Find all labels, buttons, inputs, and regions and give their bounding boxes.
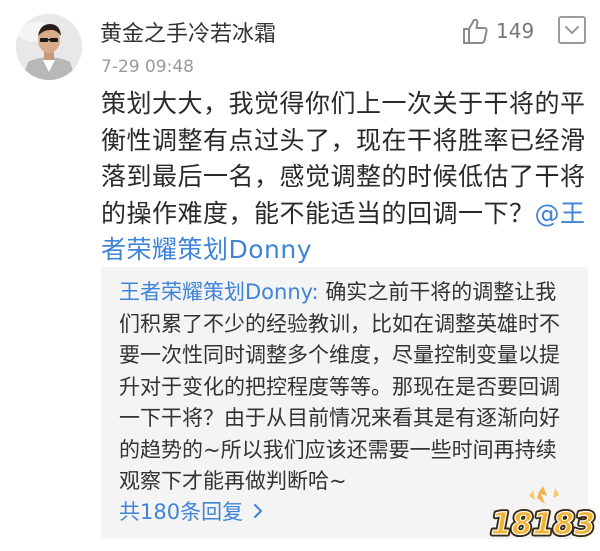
replies-count-label: 共180条回复 xyxy=(119,500,244,524)
reply-separator: : xyxy=(311,280,326,304)
view-replies-link[interactable]: 共180条回复 xyxy=(119,496,263,526)
reply-author[interactable]: 王者荣耀策划Donny xyxy=(119,280,312,304)
comment-text: 策划大大，我觉得你们上一次关于干将的平衡性调整有点过头了，现在干将胜率已经滑落到… xyxy=(101,89,586,228)
like-count: 149 xyxy=(496,19,535,43)
avatar[interactable] xyxy=(16,14,82,80)
reply-text: 确实之前干将的调整让我们积累了不少的经验教训，比如在调整英雄时不要一次性同时调整… xyxy=(119,280,560,493)
svg-text:18183: 18183 xyxy=(491,507,595,542)
chevron-right-icon xyxy=(254,504,263,518)
like-button[interactable]: 149 xyxy=(462,14,534,48)
username[interactable]: 黄金之手冷若冰霜 xyxy=(100,16,276,48)
more-options-button[interactable] xyxy=(558,16,586,44)
reply-body: 王者荣耀策划Donny: 确实之前干将的调整让我们积累了不少的经验教训，比如在调… xyxy=(119,277,574,498)
timestamp: 7-29 09:48 xyxy=(101,57,194,77)
comment-body: 策划大大，我觉得你们上一次关于干将的平衡性调整有点过头了，现在干将胜率已经滑落到… xyxy=(101,86,589,269)
site-watermark-logo: 18183 18183 xyxy=(488,482,598,548)
thumbs-up-icon xyxy=(463,18,488,44)
chevron-down-icon xyxy=(558,16,586,44)
comment-card: 黄金之手冷若冰霜 7-29 09:48 149 策划大大，我觉得你们上一次关于干… xyxy=(0,0,600,551)
